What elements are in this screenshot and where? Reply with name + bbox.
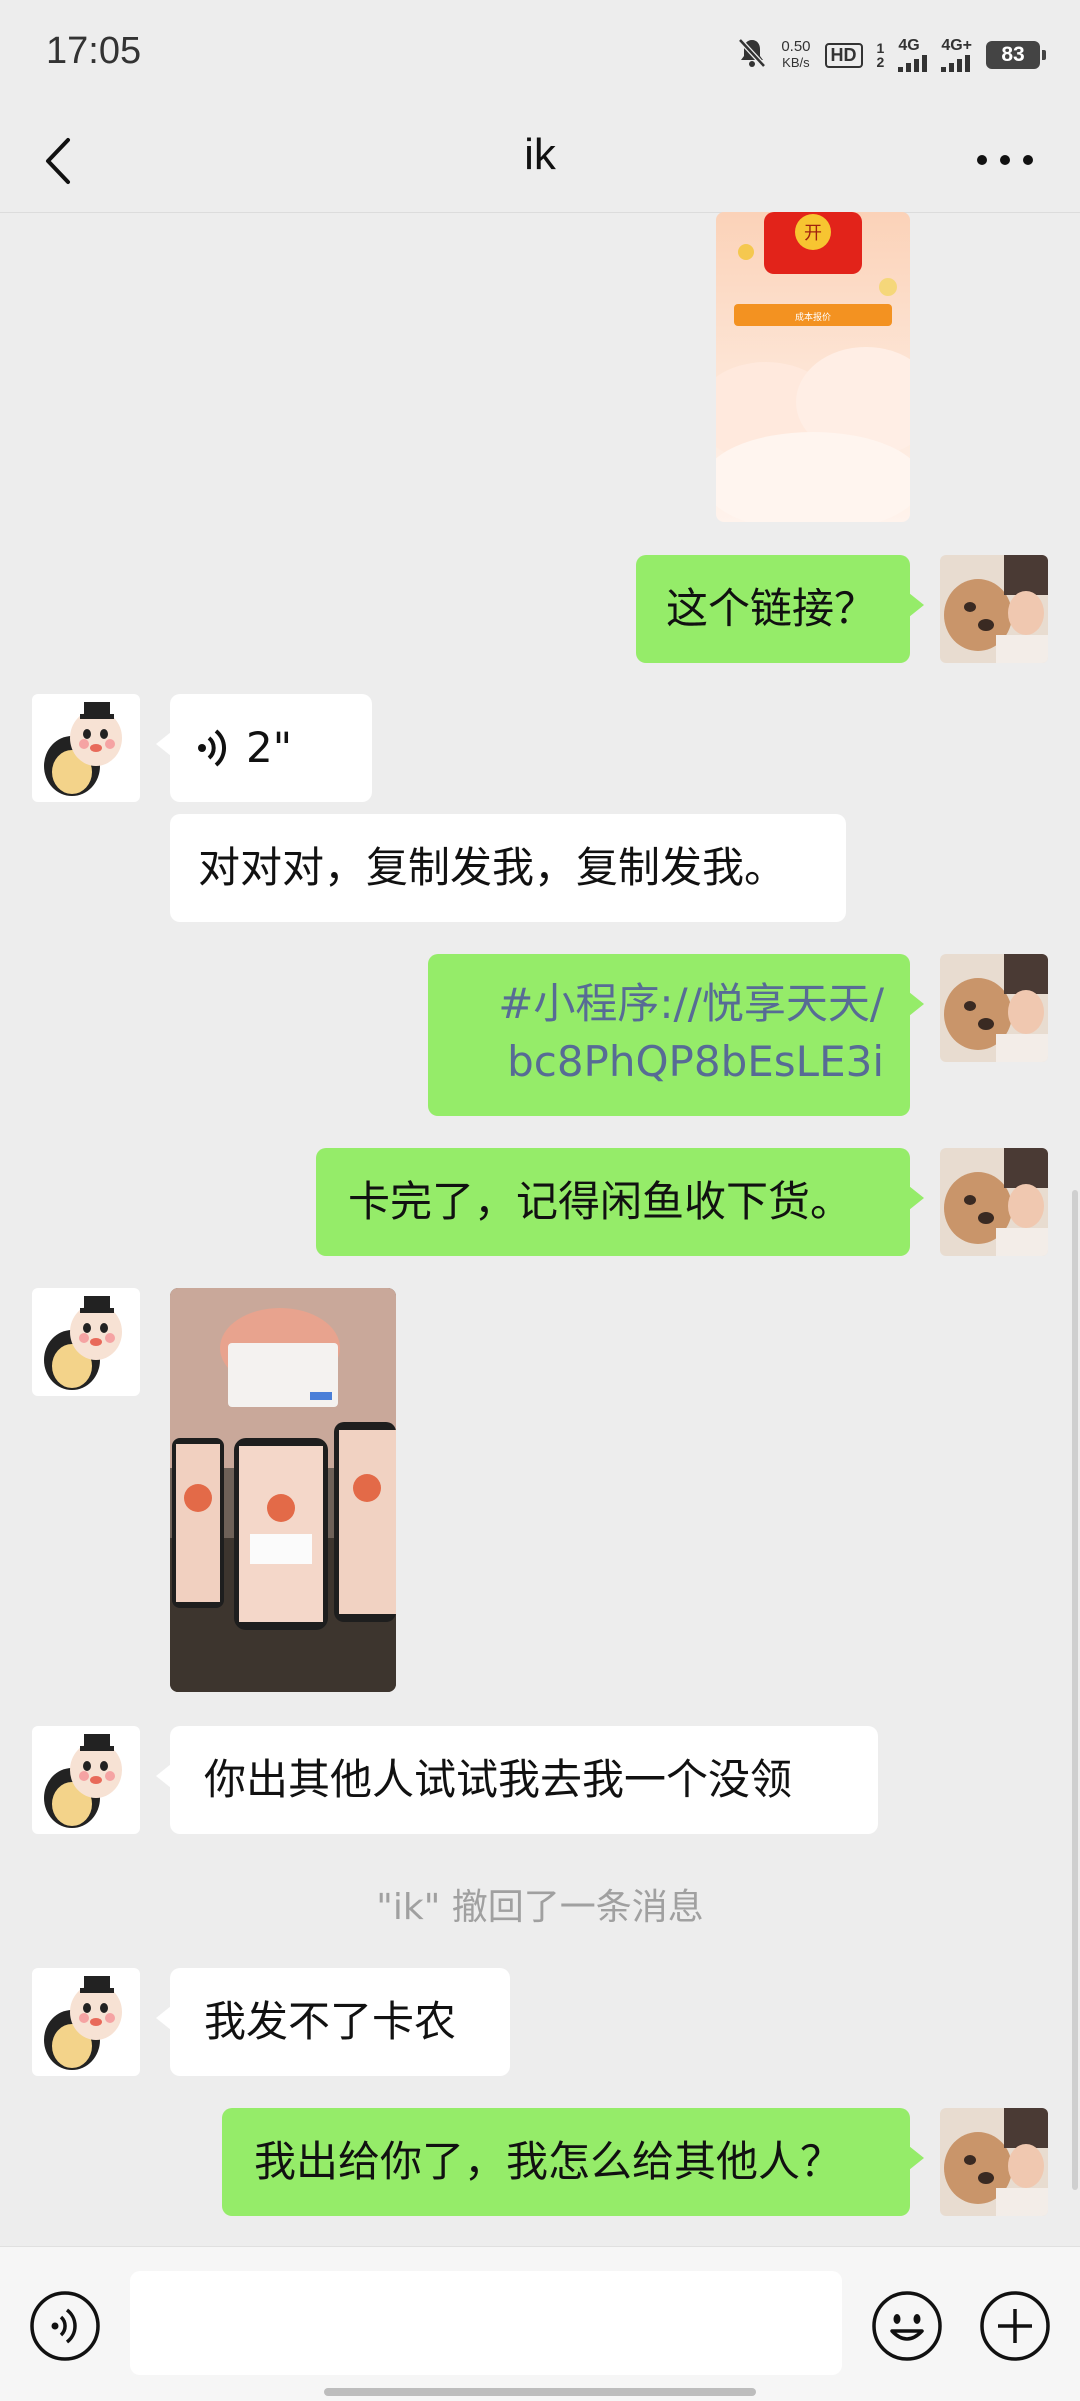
contact-avatar[interactable] <box>32 1726 140 1834</box>
message-bubble[interactable]: 我出给你了，我怎么给其他人？ <box>222 2108 924 2216</box>
sim2-signal: 4G+ <box>941 38 972 72</box>
contact-avatar[interactable] <box>32 1288 140 1396</box>
more-dots-icon <box>977 155 1033 165</box>
more-functions-button[interactable] <box>978 2289 1052 2363</box>
voice-wave-icon <box>198 729 227 767</box>
my-avatar[interactable] <box>940 954 1048 1062</box>
voice-input-icon <box>30 2291 100 2361</box>
chat-header: ik <box>0 110 1080 213</box>
message-bubble[interactable]: 我发不了卡农 <box>156 1968 510 2076</box>
emoji-icon <box>872 2291 942 2361</box>
message-bubble[interactable]: 对对对，复制发我，复制发我。 <box>170 814 846 922</box>
status-time: 17:05 <box>46 30 142 72</box>
home-indicator[interactable] <box>324 2388 756 2396</box>
voice-message[interactable]: 2" <box>156 694 372 802</box>
contact-avatar[interactable] <box>32 694 140 802</box>
more-button[interactable] <box>970 140 1040 180</box>
voice-input-button[interactable] <box>28 2289 102 2363</box>
link-line-2: bc8PhQP8bEsLE3i <box>507 1037 884 1086</box>
chat-title: ik <box>524 130 556 179</box>
status-icons: 0.50 KB/s HD 12 4G 4G+ 83 <box>737 30 1046 80</box>
recall-notice: "ik" 撤回了一条消息 <box>376 1887 704 1928</box>
image-message-red-packet[interactable]: 开 成本报价 <box>716 212 910 522</box>
my-avatar[interactable] <box>940 1148 1048 1256</box>
message-bubble[interactable]: 你出其他人试试我去我一个没领 <box>156 1726 878 1834</box>
message-bubble[interactable]: 这个链接？ <box>636 555 924 663</box>
link-line-1: #小程序://悦享天天/ <box>498 979 884 1028</box>
my-avatar[interactable] <box>940 2108 1048 2216</box>
net-speed: 0.50 KB/s <box>781 38 811 71</box>
sim1-signal: 4G <box>898 38 928 72</box>
input-bar <box>0 2246 1080 2401</box>
emoji-button[interactable] <box>870 2289 944 2363</box>
message-input[interactable] <box>130 2271 842 2375</box>
signal-icon <box>898 54 928 72</box>
image-message-phones-photo[interactable] <box>170 1288 396 1692</box>
plus-icon <box>980 2291 1050 2361</box>
message-bubble[interactable]: 卡完了，记得闲鱼收下货。 <box>316 1148 924 1256</box>
svg-text:成本报价: 成本报价 <box>795 311 831 323</box>
scrollbar[interactable] <box>1072 1190 1078 2190</box>
my-avatar[interactable] <box>940 555 1048 663</box>
contact-avatar[interactable] <box>32 1968 140 2076</box>
hd-badge: HD <box>824 42 863 68</box>
mute-bell-icon <box>737 37 767 73</box>
svg-text:开: 开 <box>804 223 822 244</box>
status-bar: 17:05 0.50 KB/s HD 12 4G 4G+ 83 <box>0 0 1080 110</box>
battery-icon: 83 <box>986 41 1046 69</box>
link-message[interactable]: #小程序://悦享天天/ bc8PhQP8bEsLE3i <box>428 954 924 1116</box>
voice-duration: 2" <box>246 723 293 772</box>
sim-slot-indicator: 12 <box>876 40 885 70</box>
signal-icon <box>941 54 971 72</box>
